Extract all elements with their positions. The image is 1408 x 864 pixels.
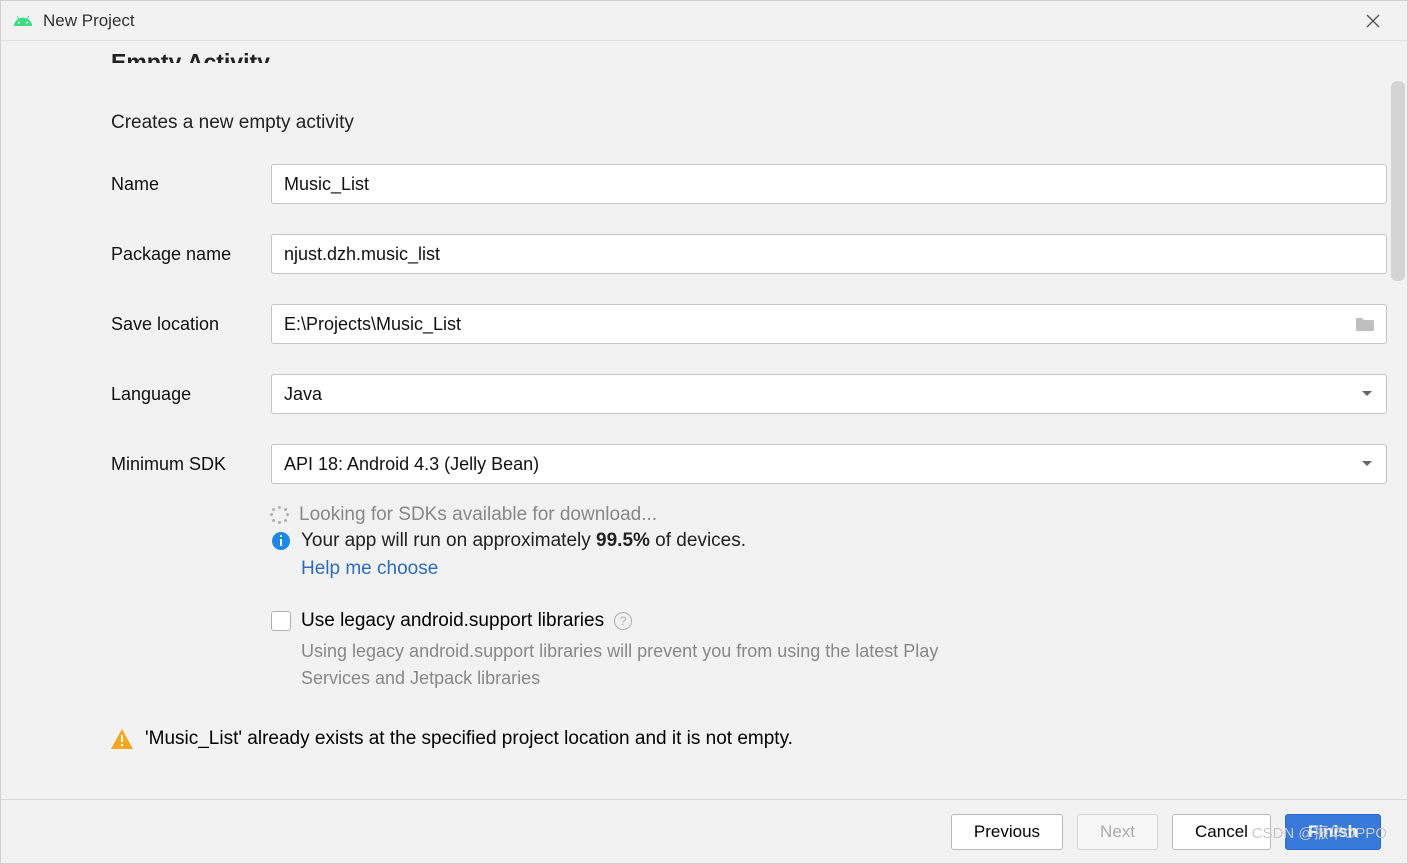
template-description: Creates a new empty activity (111, 112, 1387, 134)
language-value: Java (284, 384, 322, 404)
titlebar: New Project (1, 1, 1407, 41)
loading-spinner-icon (271, 506, 289, 524)
previous-button[interactable]: Previous (951, 814, 1063, 850)
language-label: Language (111, 384, 271, 405)
name-input[interactable] (271, 164, 1387, 204)
finish-button[interactable]: Finish (1285, 814, 1381, 850)
location-label: Save location (111, 314, 271, 335)
content-area: Empty Activity Creates a new empty activ… (1, 41, 1407, 799)
close-button[interactable] (1351, 6, 1395, 36)
scrollbar-thumb[interactable] (1391, 81, 1405, 281)
template-heading: Empty Activity (111, 49, 1387, 76)
sdk-loading-text: Looking for SDKs available for download.… (299, 504, 657, 526)
next-button: Next (1077, 814, 1158, 850)
window-title: New Project (43, 11, 135, 31)
warning-text: 'Music_List' already exists at the speci… (145, 728, 793, 750)
package-input[interactable] (271, 234, 1387, 274)
device-coverage-text: Your app will run on approximately 99.5%… (301, 530, 746, 552)
legacy-description: Using legacy android.support libraries w… (301, 638, 1001, 692)
location-input[interactable] (271, 304, 1387, 344)
new-project-dialog: New Project Empty Activity Creates a new… (0, 0, 1408, 864)
cancel-button[interactable]: Cancel (1172, 814, 1271, 850)
android-icon (13, 11, 33, 31)
name-label: Name (111, 174, 271, 195)
close-icon (1366, 14, 1380, 28)
minsdk-value: API 18: Android 4.3 (Jelly Bean) (284, 454, 539, 474)
legacy-checkbox-label: Use legacy android.support libraries (301, 610, 604, 632)
warning-icon (111, 729, 133, 749)
legacy-support-checkbox[interactable] (271, 611, 291, 631)
minsdk-label: Minimum SDK (111, 454, 271, 475)
help-me-choose-link[interactable]: Help me choose (301, 558, 1387, 580)
package-label: Package name (111, 244, 271, 265)
help-icon[interactable]: ? (614, 612, 632, 630)
info-icon (271, 531, 291, 551)
footer: Previous Next Cancel Finish (1, 799, 1407, 863)
minsdk-select[interactable]: API 18: Android 4.3 (Jelly Bean) (271, 444, 1387, 484)
language-select[interactable]: Java (271, 374, 1387, 414)
